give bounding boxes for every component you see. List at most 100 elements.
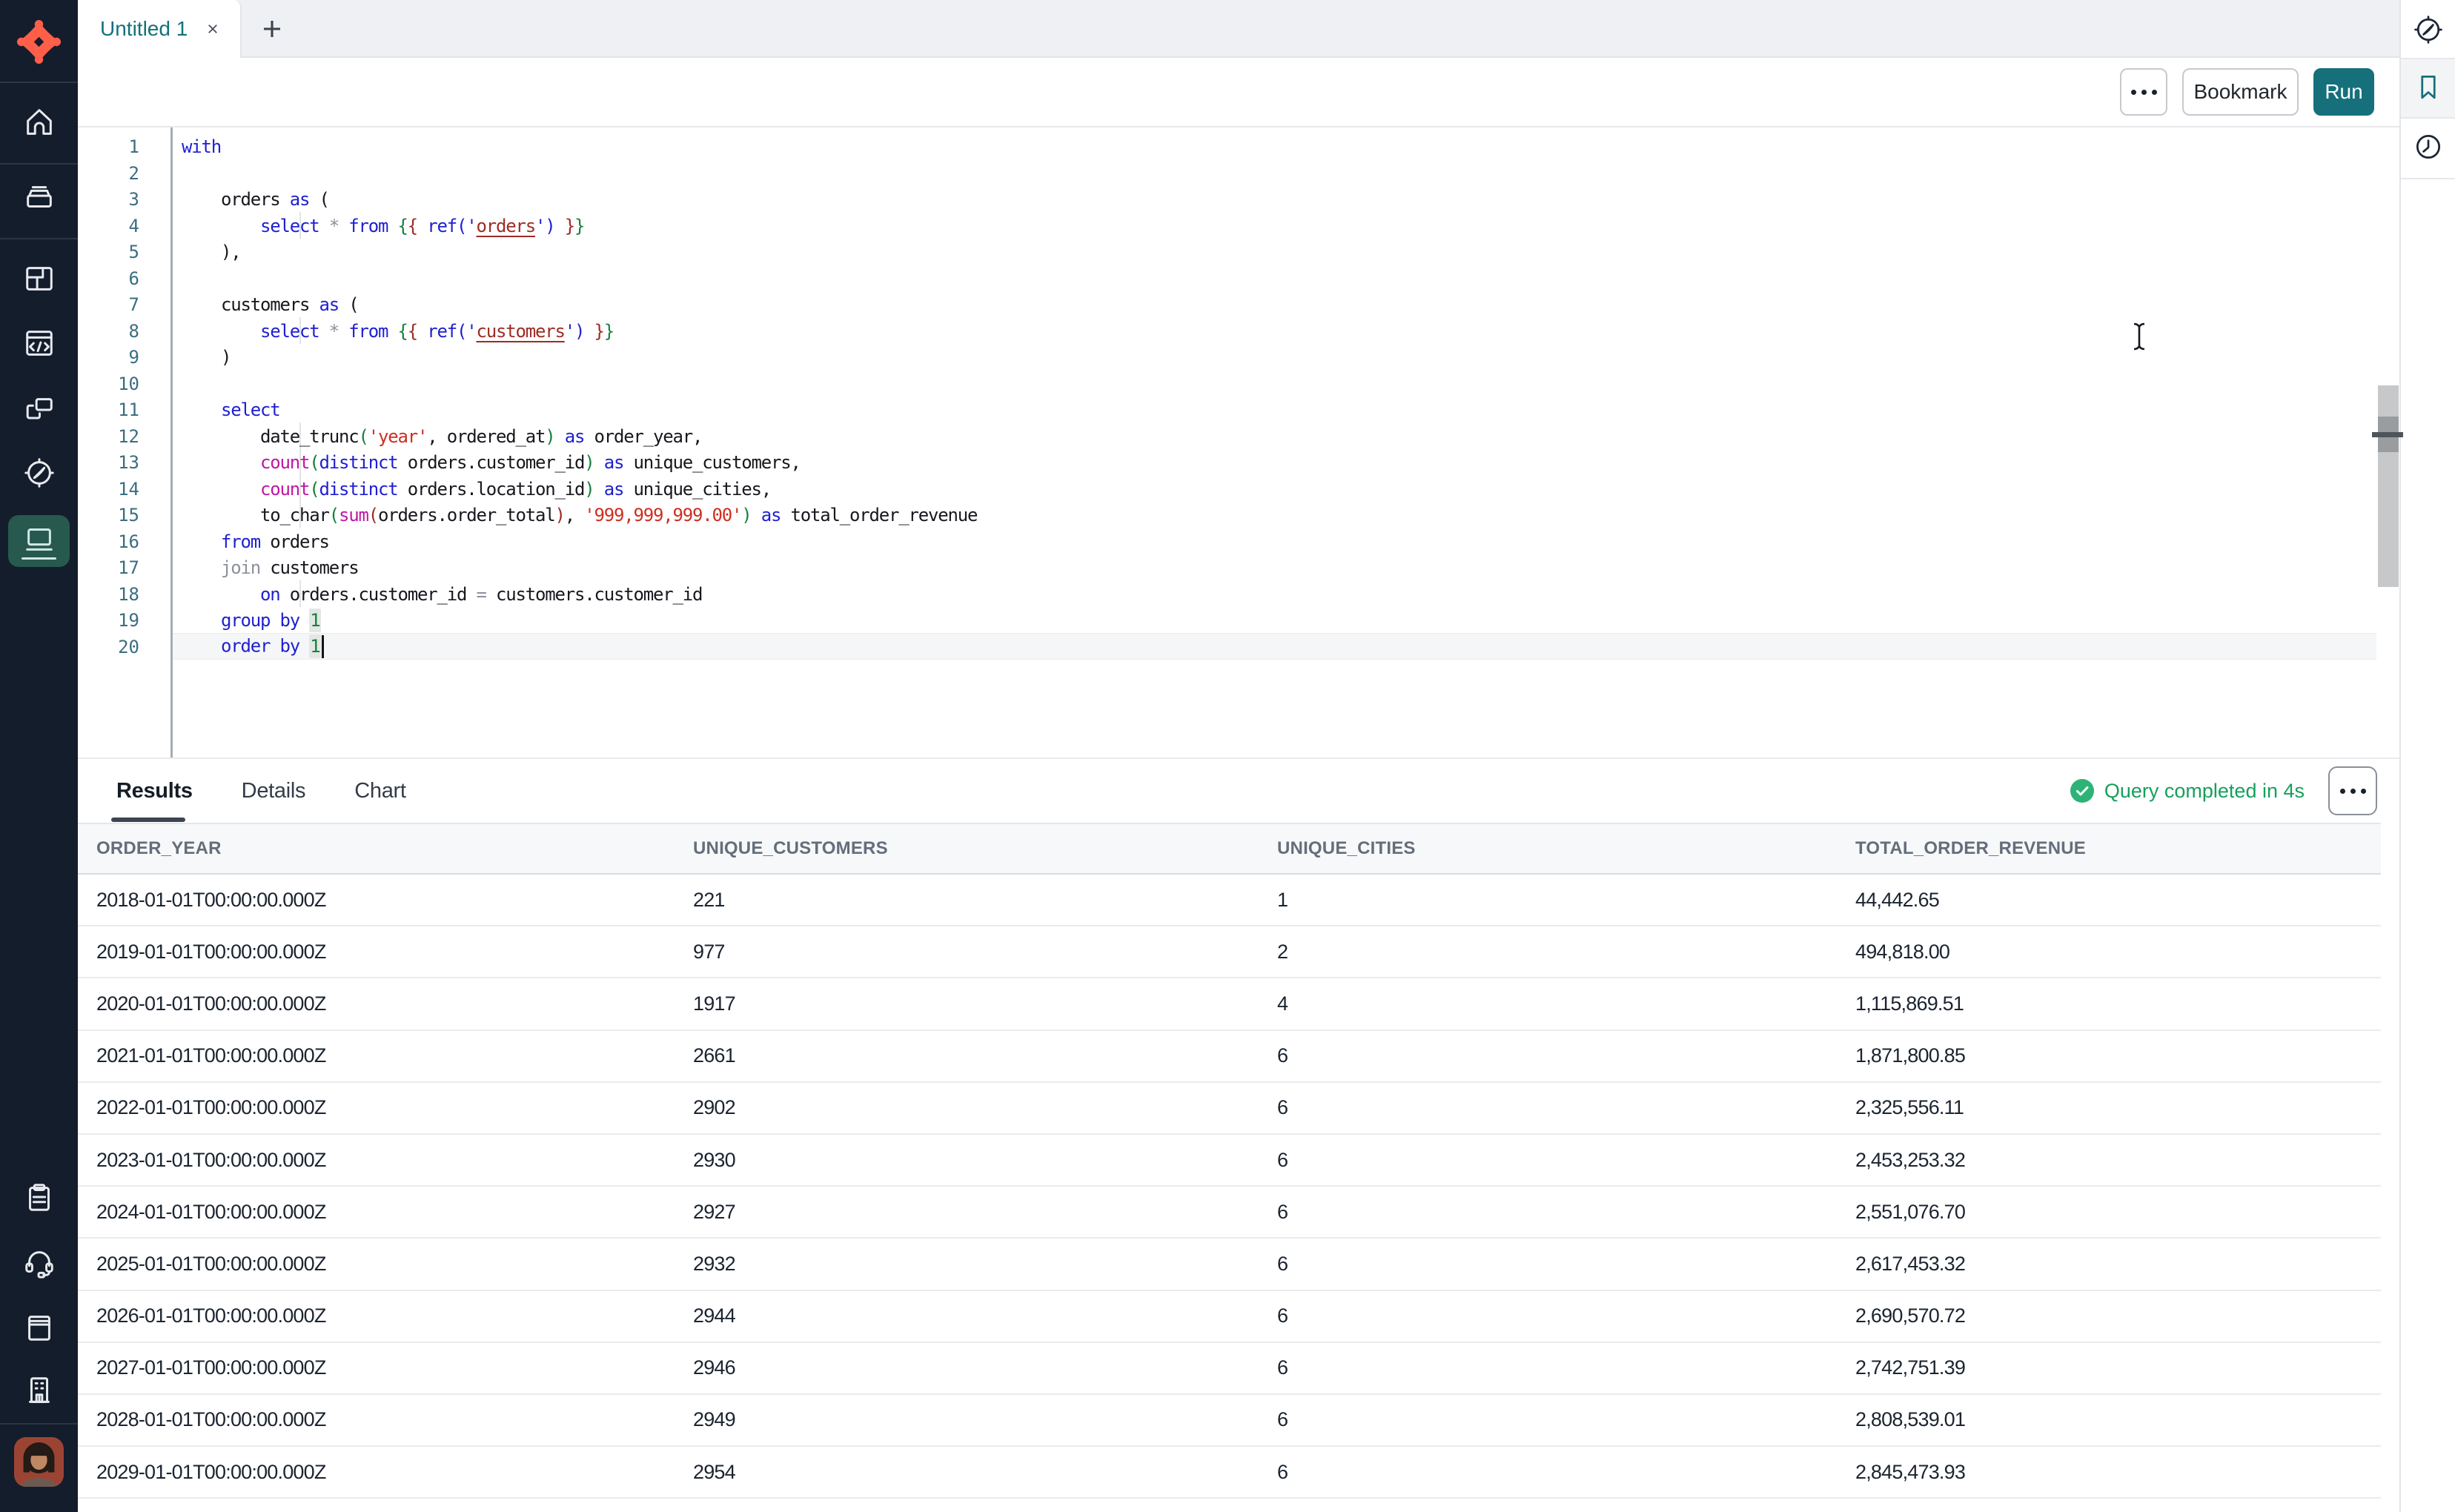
table-cell: 2,742,751.39 <box>1855 1356 1966 1379</box>
table-cell: 2026-01-01T00:00:00.000Z <box>96 1304 326 1327</box>
column-header-unique_customers[interactable]: UNIQUE_CUSTOMERS <box>675 838 1259 859</box>
active-tab-underline <box>111 818 185 822</box>
table-cell: 6 <box>1277 1044 1288 1067</box>
more-options-button[interactable] <box>2120 68 2167 116</box>
table-row-9[interactable]: 2027-01-01T00:00:00.000Z 2946 6 2,742,751.3… <box>78 1343 2381 1395</box>
right-rail-item-bookmark[interactable] <box>2401 59 2455 117</box>
table-cell: 2025-01-01T00:00:00.000Z <box>96 1252 326 1275</box>
line-content: count(distinct orders.location_id) as un… <box>260 478 772 500</box>
line-content: join customers <box>221 557 360 578</box>
tab-title: Untitled 1 <box>100 17 188 40</box>
code-line-3[interactable]: 3 orders as ( <box>78 186 2376 213</box>
editor-scrollbar[interactable] <box>2378 385 2399 587</box>
sql-editor[interactable]: 1 with 2 3 orders as (4 select * from {{ re… <box>78 127 2403 757</box>
table-cell: 2021-01-01T00:00:00.000Z <box>96 1044 326 1067</box>
pane-resize-handle[interactable] <box>2372 432 2403 437</box>
code-line-10[interactable]: 10 <box>78 371 2376 397</box>
line-content: ) <box>182 347 231 368</box>
run-button[interactable]: Run <box>2313 68 2374 116</box>
column-header-total_order_revenue[interactable]: TOTAL_ORDER_REVENUE <box>1837 838 2381 859</box>
code-line-9[interactable]: 9 ) <box>78 344 2376 371</box>
table-row-10[interactable]: 2028-01-01T00:00:00.000Z 2949 6 2,808,539.0… <box>78 1395 2381 1448</box>
sidebar-item-dashboard[interactable] <box>0 262 78 296</box>
app-window: Untitled 1 Bookmark Run 1 with 2 3 order… <box>0 0 2455 1512</box>
tab-untitled-1[interactable]: Untitled 1 <box>78 0 242 58</box>
table-row-7[interactable]: 2025-01-01T00:00:00.000Z 2932 6 2,617,453.3… <box>78 1239 2381 1291</box>
column-header-order_year[interactable]: ORDER_YEAR <box>78 838 675 859</box>
results-panel: Results Details Chart Query completed in 4… <box>78 757 2399 1512</box>
sidebar-item-terminal[interactable] <box>0 522 78 556</box>
table-row-2[interactable]: 2020-01-01T00:00:00.000Z 1917 4 1,115,869.5… <box>78 978 2381 1031</box>
code-line-5[interactable]: 5 ), <box>78 239 2376 265</box>
table-row-1[interactable]: 2019-01-01T00:00:00.000Z 977 2 494,818.00 <box>78 926 2381 979</box>
code-line-1[interactable]: 1 with <box>78 133 2376 160</box>
table-row-4[interactable]: 2022-01-01T00:00:00.000Z 2902 6 2,325,556.1… <box>78 1083 2381 1135</box>
table-row-3[interactable]: 2021-01-01T00:00:00.000Z 2661 6 1,871,800.8… <box>78 1031 2381 1083</box>
table-row-5[interactable]: 2023-01-01T00:00:00.000Z 2930 6 2,453,253.3… <box>78 1135 2381 1187</box>
table-row-6[interactable]: 2024-01-01T00:00:00.000Z 2927 6 2,551,076.7… <box>78 1187 2381 1239</box>
compass-icon <box>2413 16 2442 44</box>
line-content: to_char(sum(orders.order_total), '999,99… <box>182 505 978 525</box>
clock-icon <box>2416 134 2440 159</box>
code-line-20[interactable]: 20 order by 1 <box>78 634 2376 660</box>
table-cell: 1 <box>1277 888 1288 911</box>
code-line-6[interactable]: 6 <box>78 265 2376 292</box>
sidebar-item-building[interactable] <box>0 1373 78 1407</box>
code-line-15[interactable]: 15 to_char(sum(orders.order_total), '999… <box>78 502 2376 528</box>
table-cell: 1917 <box>693 992 736 1015</box>
code-line-4[interactable]: 4 select * from {{ ref('orders') }} <box>78 213 2376 239</box>
sidebar-item-book[interactable] <box>0 1310 78 1344</box>
code-line-7[interactable]: 7 customers as ( <box>78 291 2376 318</box>
results-tabs: Results Details Chart <box>78 759 2399 823</box>
bookmark-button[interactable]: Bookmark <box>2182 68 2299 116</box>
editor-toolbar: Bookmark Run <box>78 58 2399 127</box>
right-rail-item-compass[interactable] <box>2401 13 2455 46</box>
code-line-14[interactable]: 14 count(distinct orders.location_id) as… <box>78 476 2376 503</box>
results-tab-details[interactable]: Details <box>242 779 306 803</box>
sidebar-item-compass[interactable] <box>0 456 78 490</box>
sidebar-divider <box>0 1423 78 1425</box>
line-number: 3 <box>128 189 139 210</box>
code-line-2[interactable]: 2 <box>78 160 2376 187</box>
table-cell: 2946 <box>693 1356 736 1379</box>
terminal-icon-underline <box>21 557 56 560</box>
table-cell: 2,617,453.32 <box>1855 1252 1966 1275</box>
table-row-11[interactable]: 2029-01-01T00:00:00.000Z 2954 6 2,845,473.9… <box>78 1447 2381 1499</box>
code-line-16[interactable]: 16 from orders <box>78 528 2376 555</box>
code-line-13[interactable]: 13 count(distinct orders.customer_id) as… <box>78 449 2376 476</box>
right-rail-item-clock[interactable] <box>2401 130 2455 163</box>
new-tab-button[interactable] <box>256 13 290 47</box>
results-more-button[interactable] <box>2328 766 2377 815</box>
sidebar-item-windows[interactable] <box>0 392 78 426</box>
table-cell: 2,551,076.70 <box>1855 1200 1966 1223</box>
sidebar-item-headset[interactable] <box>0 1245 78 1279</box>
table-row-8[interactable]: 2026-01-01T00:00:00.000Z 2944 6 2,690,570.7… <box>78 1291 2381 1343</box>
table-cell: 2,325,556.11 <box>1855 1096 1964 1119</box>
sidebar-item-home[interactable] <box>0 105 78 139</box>
sidebar-item-clipboard[interactable] <box>0 1181 78 1215</box>
user-avatar[interactable] <box>14 1437 64 1487</box>
code-line-19[interactable]: 19 group by 1 <box>78 607 2376 634</box>
code-line-12[interactable]: 12 date_trunc('year', ordered_at) as ord… <box>78 423 2376 450</box>
table-cell: 4 <box>1277 992 1288 1015</box>
table-cell: 6 <box>1277 1096 1288 1119</box>
line-content: date_trunc('year', ordered_at) as order_… <box>182 425 703 447</box>
code-line-11[interactable]: 11 select <box>78 397 2376 423</box>
code-line-8[interactable]: 8 select * from {{ ref('customers') }} <box>78 318 2376 345</box>
sidebar-item-code-window[interactable] <box>0 326 78 360</box>
close-icon[interactable] <box>202 19 223 39</box>
text-caret <box>321 635 324 658</box>
line-number: 10 <box>118 373 139 394</box>
table-row-0[interactable]: 2018-01-01T00:00:00.000Z 221 1 44,442.65 <box>78 875 2381 927</box>
code-line-17[interactable]: 17 join customers <box>78 554 2376 581</box>
column-header-unique_cities[interactable]: UNIQUE_CITIES <box>1259 838 1837 859</box>
code-line-18[interactable]: 18 on orders.customer_id = customers.cus… <box>78 581 2376 608</box>
table-header: ORDER_YEAR UNIQUE_CUSTOMERS UNIQUE_CITIES T… <box>78 823 2381 875</box>
dbt-logo-icon[interactable] <box>16 19 62 64</box>
table-cell: 2,808,539.01 <box>1855 1408 1966 1431</box>
line-number: 12 <box>118 425 139 447</box>
results-tab-chart[interactable]: Chart <box>354 779 406 803</box>
results-tab-results[interactable]: Results <box>116 779 193 803</box>
sidebar-item-archive[interactable] <box>0 180 78 214</box>
table-cell: 2930 <box>693 1148 736 1171</box>
